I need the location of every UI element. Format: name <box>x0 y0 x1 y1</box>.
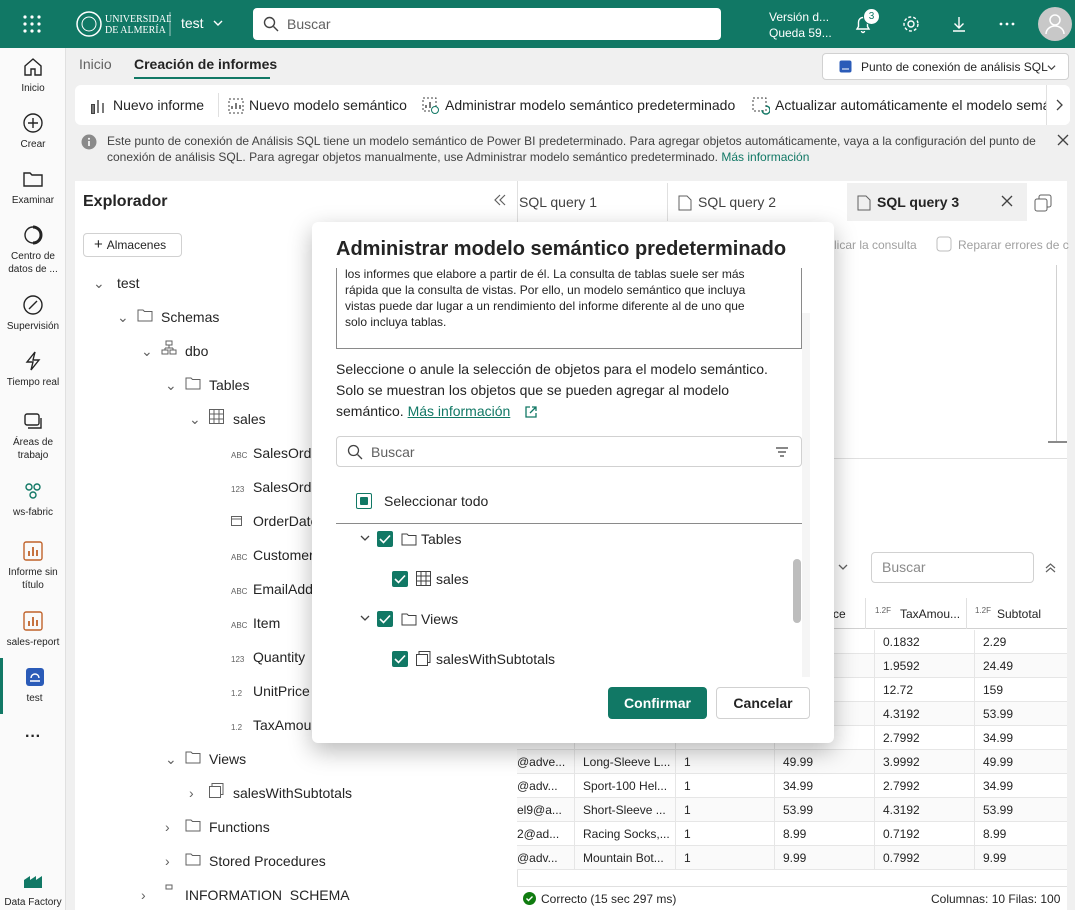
select-all-checkbox[interactable] <box>356 493 372 509</box>
sales-checkbox[interactable] <box>392 571 408 587</box>
dialog-notice-box: los informes que elabore a partir de él.… <box>336 268 802 349</box>
cancel-button[interactable]: Cancelar <box>716 687 810 719</box>
external-link-icon[interactable] <box>524 405 538 419</box>
search-icon <box>347 444 363 460</box>
chevron-down-icon[interactable] <box>360 613 370 623</box>
dialog-divider <box>336 523 802 524</box>
more-info-link[interactable]: Más información <box>408 403 511 419</box>
dialog-tree-tables[interactable]: Tables <box>421 529 461 549</box>
dialog-title: Administrar modelo semántico predetermin… <box>336 238 787 260</box>
dialog-tree-sales[interactable]: sales <box>436 569 469 589</box>
saleswithsubtotals-checkbox[interactable] <box>392 651 408 667</box>
notice-text: los informes que elabore a partir de él.… <box>345 268 746 329</box>
filter-icon[interactable] <box>775 445 789 459</box>
dialog-search-placeholder: Buscar <box>371 444 415 460</box>
dialog-description: Seleccione o anule la selección de objet… <box>336 361 768 419</box>
confirm-button[interactable]: Confirmar <box>608 687 707 719</box>
dialog-search-input[interactable]: Buscar <box>336 436 802 467</box>
views-checkbox[interactable] <box>377 611 393 627</box>
dialog-scrollbar-thumb[interactable] <box>793 559 801 623</box>
dialog-tree-views[interactable]: Views <box>421 609 458 629</box>
dialog-tree-saleswithsubtotals[interactable]: salesWithSubtotals <box>436 649 555 669</box>
table-icon <box>416 571 431 586</box>
tables-checkbox[interactable] <box>377 531 393 547</box>
dialog-scrollbar[interactable] <box>802 313 810 677</box>
view-icon <box>416 651 431 666</box>
chevron-down-icon[interactable] <box>360 533 370 543</box>
folder-icon <box>401 532 417 546</box>
folder-icon <box>401 612 417 626</box>
select-all-label[interactable]: Seleccionar todo <box>384 491 488 511</box>
indeterminate-mark <box>360 497 368 505</box>
